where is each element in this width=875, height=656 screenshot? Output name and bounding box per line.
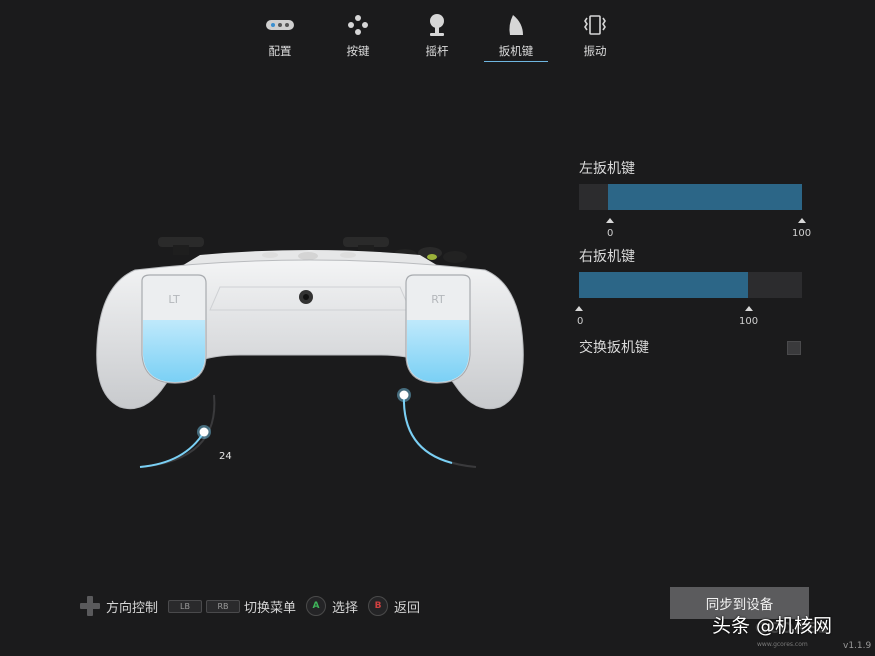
left-trigger-min-handle[interactable] — [606, 218, 614, 223]
vibration-icon — [583, 12, 607, 38]
dpad-icon — [80, 596, 100, 616]
controller-illustration: LT RT — [80, 215, 540, 480]
dpad-hint-label: 方向控制 — [106, 600, 159, 616]
tab-joystick[interactable]: 摇杆 — [405, 12, 469, 64]
right-trigger-max-handle[interactable] — [745, 306, 753, 311]
swap-triggers-row: 交换扳机键 — [579, 336, 809, 360]
tab-config-label: 配置 — [268, 44, 292, 58]
left-trigger-min-label: 0 — [607, 228, 614, 239]
left-trigger-range-bar[interactable] — [579, 184, 802, 210]
joystick-icon — [427, 12, 447, 38]
right-trigger-markers: 0 100 — [575, 298, 809, 334]
select-hint-label: 选择 — [332, 600, 359, 616]
tab-vibration[interactable]: 振动 — [563, 12, 627, 64]
left-trigger-markers: 0 100 — [579, 210, 812, 246]
tab-trigger-label: 扳机键 — [498, 44, 534, 58]
left-trigger-max-handle[interactable] — [798, 218, 806, 223]
config-dots-icon — [265, 12, 295, 38]
control-hints: 方向控制 LB RB 切换菜单 A 选择 B 返回 — [80, 595, 430, 617]
tab-trigger[interactable]: 扳机键 — [484, 12, 548, 64]
top-tab-bar: 配置 按键 摇杆 扳机键 振动 — [0, 12, 875, 72]
left-trigger-range-fill — [607, 184, 802, 210]
buttons-icon — [347, 12, 369, 38]
left-trigger-paddle: LT — [141, 274, 207, 384]
tab-config[interactable]: 配置 — [248, 12, 312, 64]
right-trigger-curve — [397, 388, 477, 468]
tab-buttons-label: 按键 — [346, 44, 370, 58]
watermark-text: 头条 @机核网 — [712, 615, 833, 637]
swap-triggers-checkbox[interactable] — [787, 341, 801, 355]
right-trigger-range-fill — [579, 272, 749, 298]
a-button-icon: A — [306, 596, 327, 616]
swap-triggers-label: 交换扳机键 — [579, 340, 649, 356]
back-hint-label: 返回 — [394, 600, 421, 616]
right-trigger-min-label: 0 — [577, 316, 584, 327]
rb-keycap: RB — [206, 599, 241, 613]
lb-keycap: LB — [168, 599, 203, 613]
svg-text:RT: RT — [431, 293, 445, 306]
tab-vibration-label: 振动 — [583, 44, 607, 58]
right-trigger-max-label: 100 — [739, 316, 759, 327]
svg-text:LT: LT — [168, 293, 180, 306]
trigger-icon — [507, 12, 525, 38]
right-trigger-min-handle[interactable] — [575, 306, 583, 311]
tab-buttons[interactable]: 按键 — [326, 12, 390, 64]
tab-joystick-label: 摇杆 — [425, 44, 449, 58]
controller-graphic: LT RT — [96, 237, 524, 468]
left-trigger-value: 24 — [219, 451, 232, 462]
right-trigger-paddle: RT — [405, 274, 471, 384]
logo-url: www.gcores.com — [757, 641, 808, 648]
left-trigger-curve — [139, 394, 216, 468]
version-label: v1.1.9 — [843, 641, 872, 651]
switch-menu-hint-label: 切换菜单 — [244, 600, 297, 616]
right-trigger-title: 右扳机键 — [579, 249, 635, 265]
left-trigger-max-label: 100 — [792, 228, 812, 239]
b-button-icon: B — [368, 596, 389, 616]
left-trigger-title: 左扳机键 — [579, 161, 635, 177]
right-trigger-range-bar[interactable] — [579, 272, 802, 298]
trigger-settings-panel: 左扳机键 0 100 右扳机键 0 100 交换扳机键 — [575, 158, 812, 360]
left-stick-top — [158, 237, 204, 255]
